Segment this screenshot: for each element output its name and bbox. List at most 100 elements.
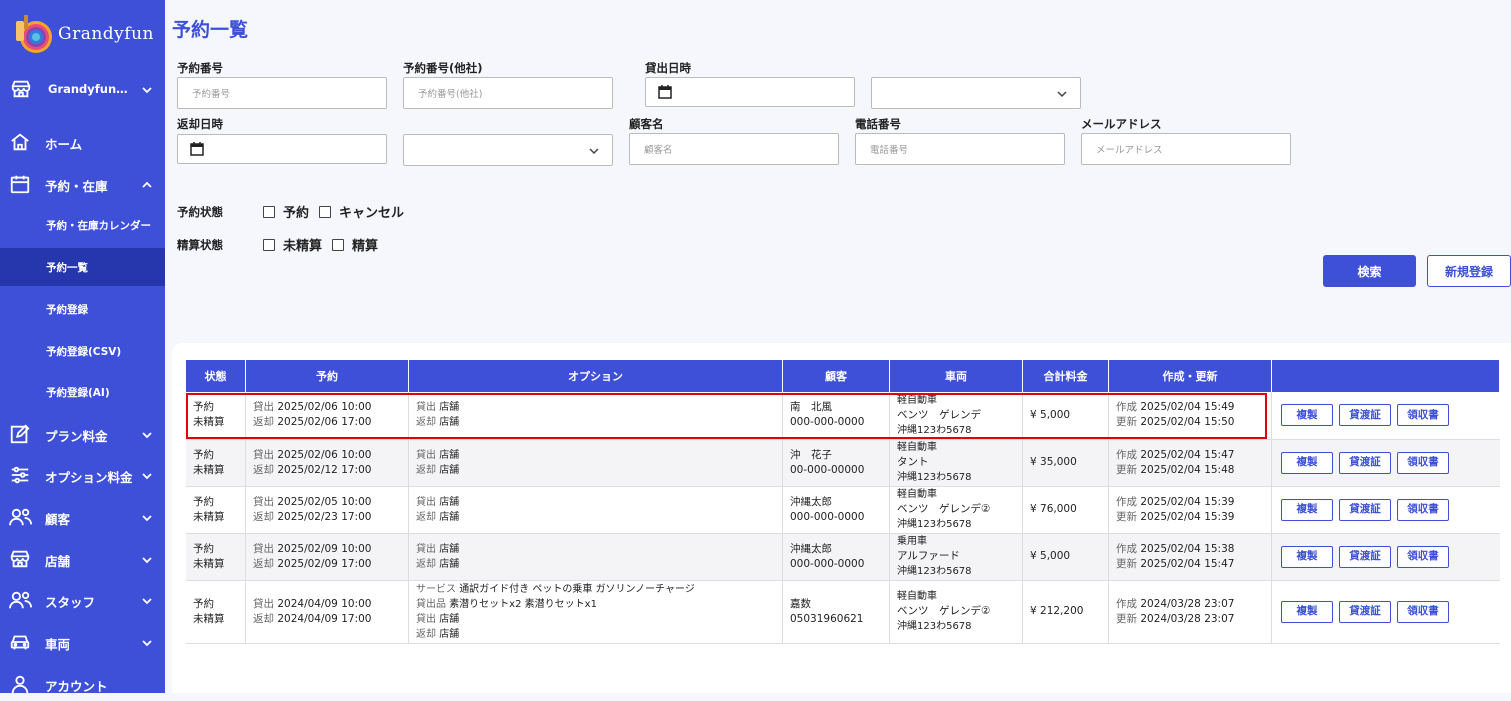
total-cell: ¥ 5,000: [1022, 392, 1109, 440]
option-line: 貸出 店舗: [416, 612, 775, 627]
actions-cell: 複製 貸渡証 領収書: [1271, 392, 1500, 440]
sidebar-subitem-calendar[interactable]: 予約・在庫カレンダー: [0, 206, 165, 244]
return-date-input[interactable]: [177, 134, 387, 164]
duplicate-button[interactable]: 複製: [1281, 545, 1333, 568]
table-row[interactable]: 予約 未精算 貸出 2024/04/09 10:00 返却 2024/04/09 1…: [186, 580, 1500, 644]
rental-time-select[interactable]: [871, 77, 1081, 109]
receipt-button[interactable]: 領収書: [1397, 600, 1449, 623]
sidebar-item-store[interactable]: 店舗: [0, 542, 165, 576]
option-value: 素潜りセットx2 素潜りセットx1: [449, 598, 597, 610]
option-kind: 返却: [416, 417, 436, 429]
receipt-button[interactable]: 領収書: [1397, 451, 1449, 474]
return-label: 返却: [253, 557, 274, 570]
duplicate-button[interactable]: 複製: [1281, 600, 1333, 623]
reservation-no-input[interactable]: 予約番号: [177, 77, 387, 109]
phone-input[interactable]: 電話番号: [855, 133, 1065, 165]
updated-at: 2025/02/04 15:39: [1140, 510, 1235, 523]
reservation-no-other-input[interactable]: 予約番号(他社): [403, 77, 613, 109]
sidebar-item-account[interactable]: アカウント: [0, 667, 165, 701]
rental-certificate-button[interactable]: 貸渡証: [1339, 404, 1391, 427]
created-at: 2025/02/04 15:49: [1140, 401, 1235, 414]
table-row[interactable]: 予約 未精算 貸出 2025/02/06 10:00 返却 2025/02/12 1…: [186, 439, 1500, 487]
duplicate-button[interactable]: 複製: [1281, 404, 1333, 427]
checkbox-reserved[interactable]: [263, 205, 275, 218]
phone-label: 電話番号: [855, 117, 901, 131]
rental-certificate-button[interactable]: 貸渡証: [1339, 498, 1391, 521]
checkbox-cancelled[interactable]: [319, 205, 332, 218]
customer-cell: 沖縄太郎 000-000-0000: [782, 533, 890, 581]
option-line: サービス 通訳ガイド付き ペットの乗車 ガソリンノーチャージ: [416, 582, 775, 597]
table-row[interactable]: 予約 未精算 貸出 2025/02/09 10:00 返却 2025/02/09 1…: [186, 533, 1500, 581]
customer-name-input[interactable]: 顧客名: [629, 133, 839, 165]
sidebar-subitem-label: 予約一覧: [46, 262, 88, 274]
brand-logo[interactable]: Grandyfun: [12, 14, 162, 54]
return-datetime: 2025/02/09 17:00: [277, 557, 372, 570]
search-button[interactable]: 検索: [1323, 255, 1416, 287]
receipt-button[interactable]: 領収書: [1397, 545, 1449, 568]
updated-at: 2025/02/04 15:48: [1140, 463, 1235, 476]
email-input[interactable]: メールアドレス: [1081, 133, 1291, 165]
option-value: 店舗: [439, 558, 460, 570]
sidebar-item-label: 車両: [45, 637, 71, 652]
sidebar-item-plan-price[interactable]: プラン料金: [0, 417, 165, 451]
options-cell: 貸出 店舗 返却 店舗: [408, 439, 783, 487]
rental-date-input[interactable]: [645, 77, 855, 107]
vehicle-model: アルファード: [897, 550, 960, 562]
brand-name: Grandyfun: [58, 24, 154, 44]
timestamps-cell: 作成 2025/02/04 15:49 更新 2025/02/04 15:50: [1108, 392, 1272, 440]
rental-certificate-button[interactable]: 貸渡証: [1339, 545, 1391, 568]
vehicle-plate: 沖縄123わ5678: [897, 519, 972, 530]
sidebar-item-customer[interactable]: 顧客: [0, 500, 165, 534]
column-header: 作成・更新: [1108, 360, 1272, 392]
sidebar-subitem-reservation-list[interactable]: 予約一覧: [0, 248, 165, 286]
rental-certificate-button[interactable]: 貸渡証: [1339, 451, 1391, 474]
option-kind: 返却: [416, 628, 436, 640]
actions-cell: 複製 貸渡証 領収書: [1271, 486, 1500, 534]
status-cell: 予約 未精算: [186, 486, 246, 534]
column-header: [1271, 360, 1500, 392]
rainbow-logo-icon: [16, 15, 52, 53]
sidebar-item-home[interactable]: ホーム: [0, 125, 165, 159]
new-registration-button[interactable]: 新規登録: [1427, 255, 1511, 287]
table-row[interactable]: 予約 未精算 貸出 2025/02/05 10:00 返却 2025/02/23 1…: [186, 486, 1500, 534]
sidebar-subitem-reservation-register[interactable]: 予約登録: [0, 290, 165, 328]
vehicle-plate: 沖縄123わ5678: [897, 621, 972, 632]
customer-cell: 南 北風 000-000-0000: [782, 392, 890, 440]
option-value: 店舗: [439, 496, 460, 508]
option-kind: 貸出品: [416, 598, 446, 610]
customer-name: 沖 花子: [790, 448, 832, 461]
sidebar-item-staff[interactable]: スタッフ: [0, 583, 165, 617]
reservation-table-card: 状態 予約 オプション 顧客 車両 合計料金 作成・更新 予約 未精算 貸出 20…: [172, 343, 1511, 693]
rental-certificate-button[interactable]: 貸渡証: [1339, 600, 1391, 623]
return-datetime: 2025/02/12 17:00: [277, 463, 372, 476]
sidebar-item-label: アカウント: [45, 679, 108, 694]
checkbox-unsettled[interactable]: [263, 238, 275, 251]
option-kind: 貸出: [416, 613, 436, 625]
option-value: 店舗: [439, 543, 460, 555]
options-cell: サービス 通訳ガイド付き ペットの乗車 ガソリンノーチャージ 貸出品 素潜りセット…: [408, 580, 783, 644]
sidebar-item-vehicle[interactable]: 車両: [0, 625, 165, 659]
customer-cell: 沖 花子 00-000-00000: [782, 439, 890, 487]
return-time-select[interactable]: [403, 134, 613, 166]
receipt-button[interactable]: 領収書: [1397, 498, 1449, 521]
settlement-status: 未精算: [193, 510, 225, 523]
receipt-button[interactable]: 領収書: [1397, 404, 1449, 427]
chevron-down-icon: [589, 148, 599, 155]
duplicate-button[interactable]: 複製: [1281, 498, 1333, 521]
checkbox-label: 精算: [352, 239, 379, 254]
checkbox-label: キャンセル: [339, 206, 405, 221]
sidebar-item-option-price[interactable]: オプション料金: [0, 458, 165, 492]
option-kind: 返却: [416, 511, 436, 523]
store-selector[interactable]: Grandyfun…: [0, 76, 165, 104]
sidebar-subitem-reservation-csv[interactable]: 予約登録(CSV): [0, 332, 165, 370]
customer-name: 沖縄太郎: [790, 542, 832, 555]
sidebar-item-label: 店舗: [45, 554, 71, 569]
customer-name-label: 顧客名: [629, 117, 664, 131]
created-at: 2024/03/28 23:07: [1140, 597, 1235, 610]
checkbox-settled[interactable]: [332, 238, 345, 251]
reservation-cell: 貸出 2024/04/09 10:00 返却 2024/04/09 17:00: [245, 580, 409, 644]
sidebar-item-reservation-stock[interactable]: 予約・在庫: [0, 167, 165, 201]
duplicate-button[interactable]: 複製: [1281, 451, 1333, 474]
table-row[interactable]: 予約 未精算 貸出 2025/02/06 10:00 返却 2025/02/06 1…: [186, 392, 1500, 440]
sidebar-subitem-reservation-ai[interactable]: 予約登録(AI): [0, 373, 165, 411]
